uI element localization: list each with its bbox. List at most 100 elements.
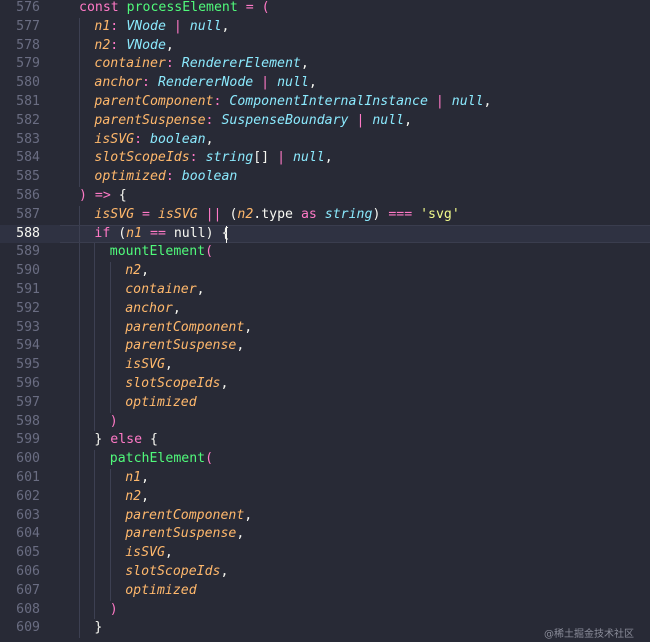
indent-guide (94, 563, 96, 582)
code-line[interactable]: 593 parentComponent, (0, 318, 650, 338)
code-token: n2 (125, 488, 142, 504)
code-line[interactable]: 597 optimized (0, 393, 650, 413)
indent-guide (109, 487, 111, 507)
code-token: container (125, 282, 197, 297)
code-line[interactable]: 581 parentComponent: ComponentInternalIns… (0, 93, 650, 112)
indent-guide (79, 17, 80, 37)
code-line[interactable]: 588 if (n1 == null) { (0, 224, 650, 244)
code-text: slotScopeIds, (125, 375, 228, 394)
code-token: slotScopeIds (94, 150, 190, 166)
code-token: null (173, 225, 206, 241)
code-line[interactable]: 608) (0, 600, 650, 620)
code-line[interactable]: 589 mountElement( (0, 243, 650, 263)
code-line[interactable]: 578 n2: VNode, (0, 36, 650, 56)
code-token: parentComponent (94, 94, 214, 109)
indent-guide (79, 393, 80, 413)
code-line[interactable]: 586) => { (0, 187, 650, 206)
indent-guide (79, 581, 80, 601)
indent-guide (109, 356, 111, 375)
code-line[interactable]: 599} else { (0, 431, 650, 451)
code-token: , (236, 526, 245, 542)
line-number: 605 (16, 545, 40, 561)
code-line[interactable]: 604 parentSuspense, (0, 525, 650, 545)
code-token: string (205, 150, 254, 166)
code-text: n1, (125, 469, 149, 488)
code-line[interactable]: 596 slotScopeIds, (0, 375, 650, 394)
code-token: ( (221, 206, 238, 222)
code-line[interactable]: 584 slotScopeIds: string[] | null, (0, 149, 650, 169)
code-line[interactable]: 600 patchElement( (0, 450, 650, 469)
code-line[interactable]: 579 container: RendererElement, (0, 55, 650, 75)
code-line[interactable]: 606 slotScopeIds, (0, 563, 650, 582)
code-token: , (141, 488, 150, 504)
code-line[interactable]: 590 n2, (0, 262, 650, 281)
indent-guide (79, 412, 80, 432)
code-token: null (189, 18, 222, 34)
indent-guide (109, 393, 111, 413)
code-editor[interactable]: 576 const processElement = (577 n1: VNode … (0, 0, 650, 642)
code-token: , (220, 564, 229, 579)
code-token: === (388, 206, 413, 222)
indent-guide (79, 281, 80, 300)
code-token: , (164, 357, 173, 373)
indent-guide (79, 74, 80, 93)
indent-guide (94, 375, 96, 394)
line-number: 609 (16, 620, 40, 636)
code-line[interactable]: 582 parentSuspense: SuspenseBoundary | nu… (0, 111, 650, 131)
code-text: parentComponent, (125, 507, 252, 526)
code-token: | (277, 150, 286, 166)
code-text: ) (110, 413, 118, 432)
code-line[interactable]: 576 const processElement = ( (0, 0, 650, 18)
code-line[interactable]: 602 n2, (0, 487, 650, 507)
code-line[interactable]: 580 anchor: RendererNode | null, (0, 74, 650, 93)
code-line[interactable]: 592 anchor, (0, 299, 650, 319)
indent-guide (109, 506, 111, 526)
code-line[interactable]: 601 n1, (0, 469, 650, 488)
code-line[interactable]: 585 optimized: boolean (0, 168, 650, 187)
code-token: , (244, 507, 253, 523)
code-token: n2 (94, 37, 111, 53)
code-token: : (142, 75, 150, 91)
code-line[interactable]: 595 isSVG, (0, 356, 650, 375)
code-line[interactable]: 607 optimized (0, 581, 650, 601)
code-text: optimized (125, 394, 196, 413)
code-line[interactable]: 591 container, (0, 281, 650, 300)
code-token: if (94, 225, 111, 241)
code-text: slotScopeIds, (125, 563, 228, 582)
indent-guide (109, 281, 111, 300)
line-number: 577 (16, 18, 40, 34)
code-token: boolean (150, 131, 206, 147)
code-line[interactable]: 594 parentSuspense, (0, 337, 650, 357)
code-token: => (94, 188, 111, 203)
code-token: { (142, 432, 158, 448)
code-line[interactable]: 598) (0, 412, 650, 432)
code-token: RendererNode (157, 75, 254, 91)
code-text: optimized: boolean (94, 168, 237, 187)
indent-guide (79, 149, 80, 169)
indent-guide (79, 93, 80, 112)
code-token: , (220, 376, 229, 391)
code-line[interactable]: 587 isSVG = isSVG || (n2.type as string) … (0, 205, 650, 225)
code-text: isSVG, (125, 544, 173, 563)
code-token: { (118, 188, 127, 203)
line-number: 598 (16, 413, 40, 429)
code-line[interactable]: 583 isSVG: boolean, (0, 130, 650, 150)
code-token: , (141, 470, 150, 485)
code-text: } else { (94, 431, 158, 450)
code-line[interactable]: 605 isSVG, (0, 544, 650, 563)
code-token: ) (79, 188, 87, 203)
code-text: parentSuspense, (125, 337, 244, 356)
code-line[interactable]: 603 parentComponent, (0, 506, 650, 526)
indent-guide (79, 619, 80, 639)
code-token: : (165, 56, 174, 72)
code-line[interactable]: 577 n1: VNode | null, (0, 17, 650, 37)
code-text: isSVG, (125, 356, 173, 375)
code-token: RendererElement (181, 56, 301, 72)
